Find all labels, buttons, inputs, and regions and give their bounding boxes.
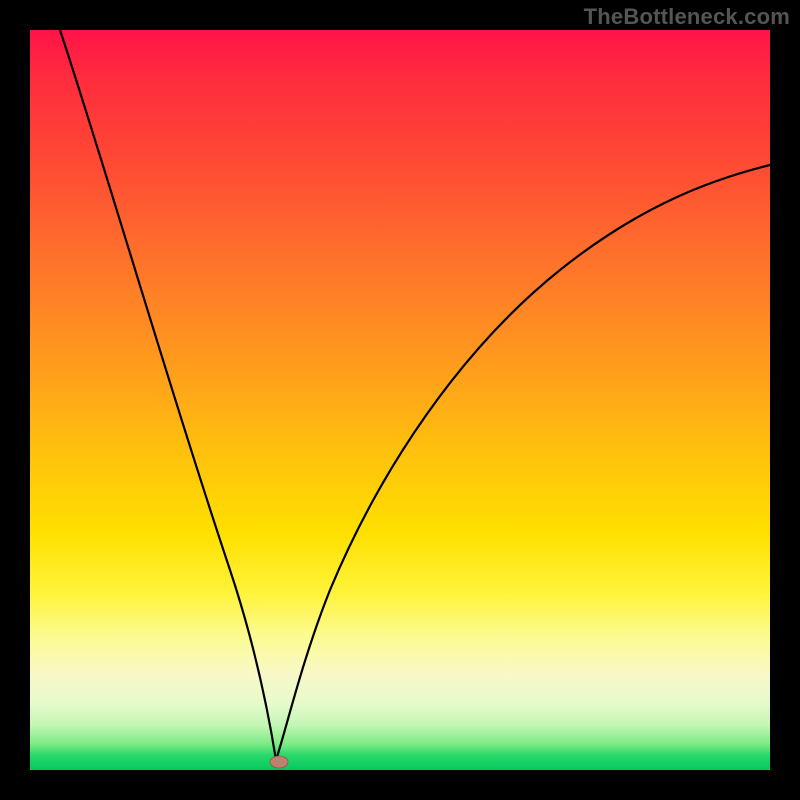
curve-layer	[30, 30, 770, 770]
plot-area	[30, 30, 770, 770]
bottleneck-curve-right	[276, 165, 770, 760]
chart-frame: TheBottleneck.com	[0, 0, 800, 800]
bottleneck-curve-left	[60, 30, 276, 760]
watermark-text: TheBottleneck.com	[584, 4, 790, 30]
optimal-point-marker	[270, 756, 288, 768]
